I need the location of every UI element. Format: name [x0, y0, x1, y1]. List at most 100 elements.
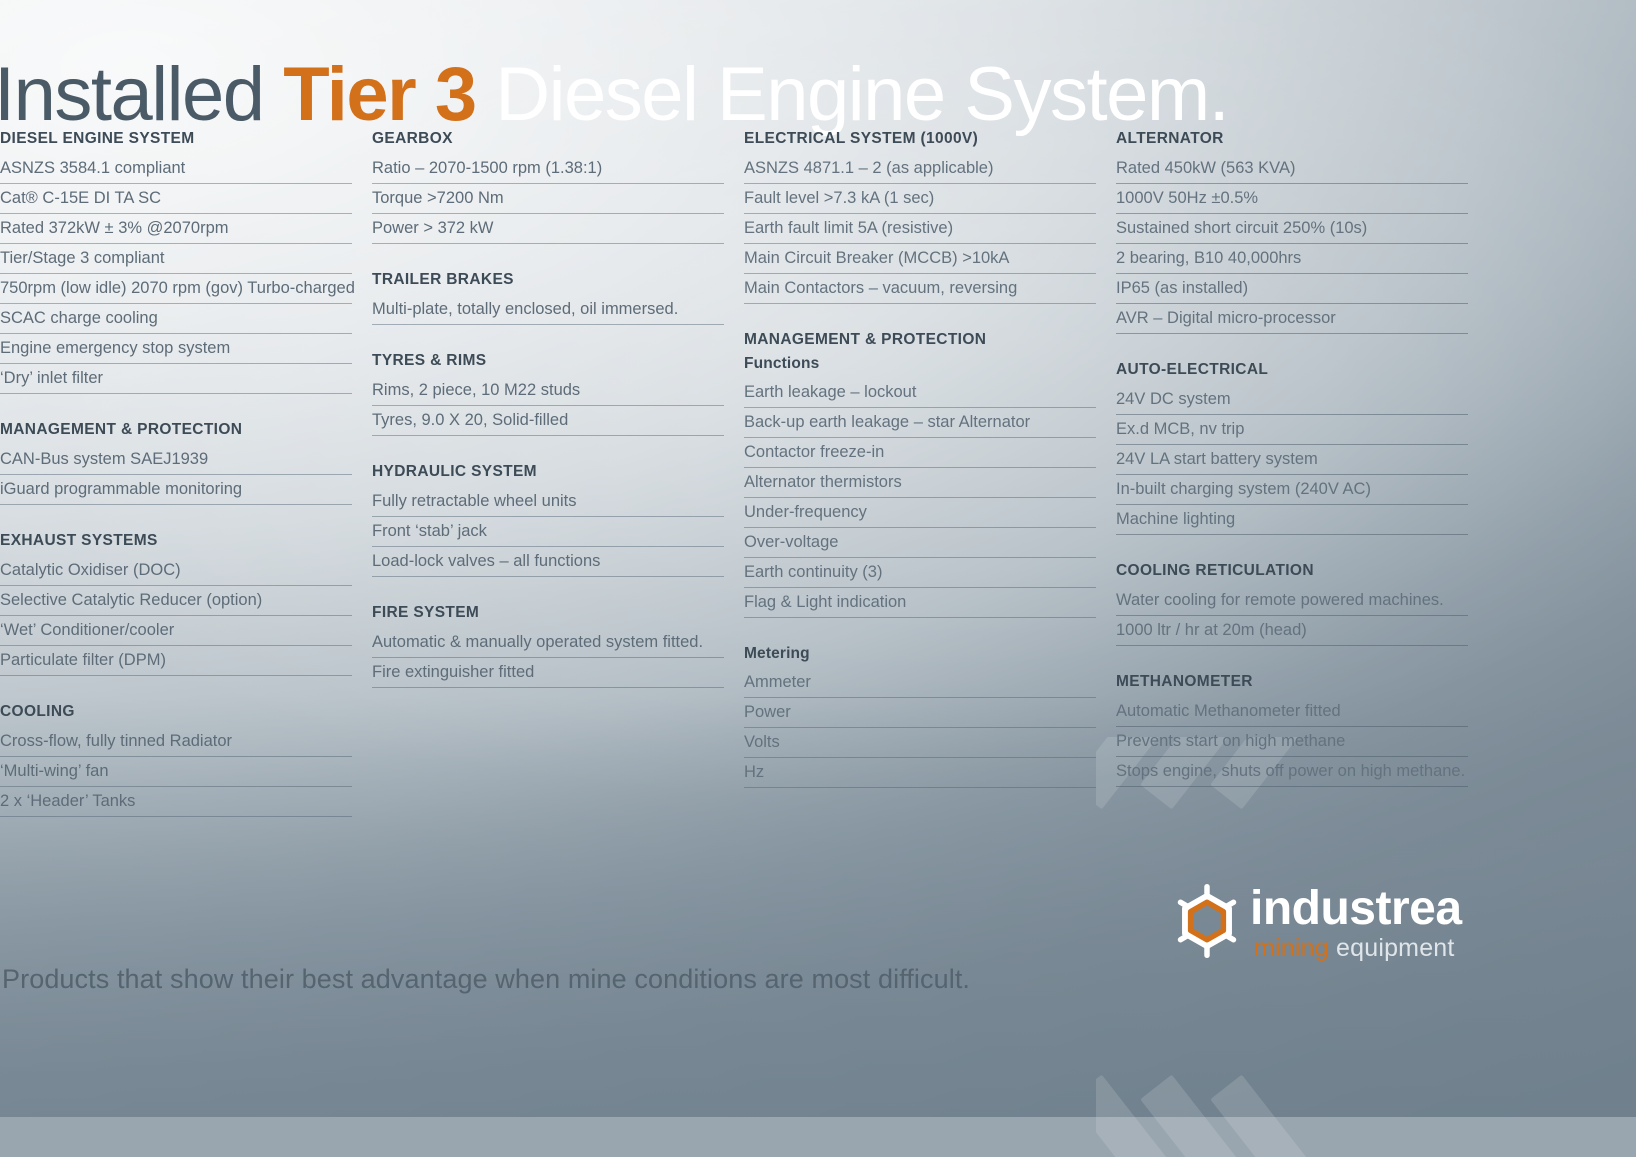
industrea-sub-wordmark: mining equipment: [1254, 934, 1455, 962]
spec-item-list: Rims, 2 piece, 10 M22 studs Tyres, 9.0 X …: [372, 376, 724, 436]
spec-item: Multi-plate, totally enclosed, oil immer…: [372, 295, 724, 325]
spec-item: Selective Catalytic Reducer (option): [0, 586, 352, 616]
spec-group-heading: ELECTRICAL SYSTEM (1000V): [744, 130, 979, 147]
spec-column-3: ELECTRICAL SYSTEM (1000V) ASNZS 4871.1 – …: [744, 130, 1096, 788]
page-title-part-diesel: Diesel Engine System.: [475, 51, 1230, 137]
spec-group: AUTO-ELECTRICAL 24V DC system Ex.d MCB, nv…: [1116, 361, 1468, 535]
spec-item: 1000 ltr / hr at 20m (head): [1116, 616, 1468, 646]
spec-group: MANAGEMENT & PROTECTION CAN-Bus system SA…: [0, 421, 352, 505]
page-title: Installed Tier 3 Diesel Engine System.: [0, 47, 1230, 143]
spec-item: Tier/Stage 3 compliant: [0, 244, 352, 274]
spec-item-list: Rated 450kW (563 KVA) 1000V 50Hz ±0.5% Sus…: [1116, 154, 1468, 334]
spec-item: Machine lighting: [1116, 505, 1468, 535]
industrea-logo: industrea mining equipment: [1168, 876, 1488, 968]
spec-item-list: Multi-plate, totally enclosed, oil immer…: [372, 295, 724, 325]
spec-group: COOLING Cross-flow, fully tinned Radiator…: [0, 703, 352, 817]
spec-item: Torque >7200 Nm: [372, 184, 724, 214]
spec-column-2: GEARBOX Ratio – 2070-1500 rpm (1.38:1) Tor…: [372, 130, 724, 688]
spec-item: Earth leakage – lockout: [744, 378, 1096, 408]
spec-item: Fire extinguisher fitted: [372, 658, 724, 688]
footer-tagline: Products that show their best advantage …: [2, 964, 971, 994]
spec-item: Power: [744, 698, 1096, 728]
page-title-part-installed: Installed: [0, 51, 284, 137]
spec-group: COOLING RETICULATION Water cooling for re…: [1116, 562, 1468, 646]
spec-column-4: ALTERNATOR Rated 450kW (563 KVA) 1000V 50H…: [1116, 130, 1468, 787]
spec-item-list: Ammeter Power Volts Hz: [744, 668, 1096, 788]
spec-item: 24V LA start battery system: [1116, 445, 1468, 475]
spec-group: GEARBOX Ratio – 2070-1500 rpm (1.38:1) Tor…: [372, 130, 724, 244]
spec-item: Ex.d MCB, nv trip: [1116, 415, 1468, 445]
spec-group-heading: COOLING: [0, 703, 75, 720]
spec-item: Engine emergency stop system: [0, 334, 352, 364]
spec-item: ‘Multi-wing’ fan: [0, 757, 352, 787]
spec-item: Catalytic Oxidiser (DOC): [0, 556, 352, 586]
logo-sub-mining: mining: [1254, 934, 1329, 962]
spec-item: Cross-flow, fully tinned Radiator: [0, 727, 352, 757]
spec-item-list: ASNZS 4871.1 – 2 (as applicable) Fault le…: [744, 154, 1096, 304]
spec-item: Front ‘stab’ jack: [372, 517, 724, 547]
spec-item-list: Fully retractable wheel units Front ‘stab…: [372, 487, 724, 577]
spec-group: DIESEL ENGINE SYSTEM ASNZS 3584.1 complia…: [0, 130, 355, 394]
spec-item: 1000V 50Hz ±0.5%: [1116, 184, 1468, 214]
spec-item: Back-up earth leakage – star Alternator: [744, 408, 1096, 438]
spec-item: ASNZS 3584.1 compliant: [0, 154, 352, 184]
spec-item: Volts: [744, 728, 1096, 758]
spec-group-heading: DIESEL ENGINE SYSTEM: [0, 130, 195, 147]
spec-item-list: Ratio – 2070-1500 rpm (1.38:1) Torque >72…: [372, 154, 724, 244]
page-content: Installed Tier 3 Diesel Engine System. D…: [0, 0, 1636, 1117]
spec-item-list: Automatic & manually operated system fit…: [372, 628, 724, 688]
spec-group-heading: MANAGEMENT & PROTECTION: [744, 331, 987, 348]
spec-item: CAN-Bus system SAEJ1939: [0, 445, 352, 475]
spec-item-list: Water cooling for remote powered machine…: [1116, 586, 1468, 646]
spec-group-heading: TRAILER BRAKES: [372, 271, 514, 288]
spec-item: 750rpm (low idle) 2070 rpm (gov) Turbo-c…: [0, 274, 355, 304]
spec-item-list: CAN-Bus system SAEJ1939 iGuard programmab…: [0, 445, 352, 505]
spec-group: MANAGEMENT & PROTECTION Functions Earth le…: [744, 331, 1096, 618]
spec-group: ELECTRICAL SYSTEM (1000V) ASNZS 4871.1 – …: [744, 130, 1096, 304]
spec-item: ASNZS 4871.1 – 2 (as applicable): [744, 154, 1096, 184]
spec-item: Alternator thermistors: [744, 468, 1096, 498]
spec-item: Ammeter: [744, 668, 1096, 698]
spec-group-heading: FIRE SYSTEM: [372, 604, 480, 621]
spec-group-heading: ALTERNATOR: [1116, 130, 1224, 147]
spec-item: Load-lock valves – all functions: [372, 547, 724, 577]
spec-item: Under-frequency: [744, 498, 1096, 528]
spec-item: In-built charging system (240V AC): [1116, 475, 1468, 505]
spec-group: EXHAUST SYSTEMS Catalytic Oxidiser (DOC) S…: [0, 532, 352, 676]
spec-item: Tyres, 9.0 X 20, Solid-filled: [372, 406, 724, 436]
spec-group-heading: COOLING RETICULATION: [1116, 562, 1314, 579]
spec-item: Cat® C-15E DI TA SC: [0, 184, 352, 214]
spec-item: Main Circuit Breaker (MCCB) >10kA: [744, 244, 1096, 274]
spec-item-list: Catalytic Oxidiser (DOC) Selective Cataly…: [0, 556, 352, 676]
industrea-gear-hexagon-logo-icon: [1168, 882, 1246, 960]
spec-item: AVR – Digital micro-processor: [1116, 304, 1468, 334]
spec-item: Prevents start on high methane: [1116, 727, 1468, 757]
spec-item-list: 24V DC system Ex.d MCB, nv trip 24V LA sta…: [1116, 385, 1468, 535]
spec-group: HYDRAULIC SYSTEM Fully retractable wheel …: [372, 463, 724, 577]
spec-item: Fully retractable wheel units: [372, 487, 724, 517]
page-title-part-tier3: Tier 3: [283, 51, 477, 137]
spec-group: TRAILER BRAKES Multi-plate, totally enclo…: [372, 271, 724, 325]
spec-item: IP65 (as installed): [1116, 274, 1468, 304]
spec-item: Power > 372 kW: [372, 214, 724, 244]
spec-item: Automatic & manually operated system fit…: [372, 628, 724, 658]
spec-group-subheading: Functions: [744, 355, 820, 372]
spec-item: 2 x ‘Header’ Tanks: [0, 787, 352, 817]
spec-group: FIRE SYSTEM Automatic & manually operated…: [372, 604, 724, 688]
spec-item: Contactor freeze-in: [744, 438, 1096, 468]
spec-item: Stops engine, shuts off power on high me…: [1116, 757, 1468, 787]
spec-group-heading: MANAGEMENT & PROTECTION: [0, 421, 243, 438]
spec-item-list: Cross-flow, fully tinned Radiator ‘Multi-…: [0, 727, 352, 817]
spec-item: Main Contactors – vacuum, reversing: [744, 274, 1096, 304]
spec-item: Ratio – 2070-1500 rpm (1.38:1): [372, 154, 724, 184]
spec-group: ALTERNATOR Rated 450kW (563 KVA) 1000V 50H…: [1116, 130, 1468, 334]
spec-group-heading: METHANOMETER: [1116, 673, 1253, 690]
spec-item: Particulate filter (DPM): [0, 646, 352, 676]
spec-item: Water cooling for remote powered machine…: [1116, 586, 1468, 616]
spec-group-heading: HYDRAULIC SYSTEM: [372, 463, 537, 480]
spec-item: Hz: [744, 758, 1096, 788]
spec-group-heading: EXHAUST SYSTEMS: [0, 532, 158, 549]
industrea-wordmark: industrea: [1250, 882, 1462, 935]
spec-item-list: ASNZS 3584.1 compliant Cat® C-15E DI TA S…: [0, 154, 355, 394]
spec-item: Fault level >7.3 kA (1 sec): [744, 184, 1096, 214]
